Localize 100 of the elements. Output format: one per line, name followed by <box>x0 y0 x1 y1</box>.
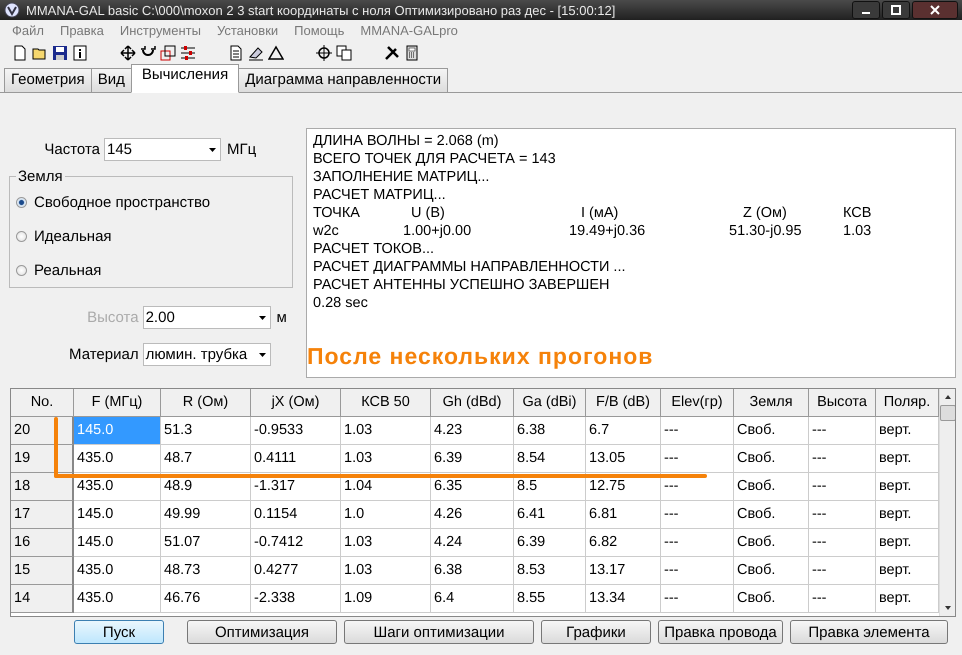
action-button[interactable]: Правка провода <box>658 620 783 644</box>
table-cell: 1.09 <box>341 585 431 613</box>
row-number: 17 <box>11 501 74 529</box>
log-line: ЗАПОЛНЕНИЕ МАТРИЦ... <box>313 168 490 186</box>
maximize-button[interactable] <box>882 1 910 19</box>
table-cell: --- <box>809 445 876 473</box>
column-header[interactable]: jX (Ом) <box>251 389 341 417</box>
column-header[interactable]: Земля <box>734 389 809 417</box>
menu-item[interactable]: Файл <box>4 22 52 38</box>
log-value: 19.49+j0.36 <box>568 222 646 240</box>
copy-icon[interactable] <box>336 45 352 61</box>
group-title: Земля <box>17 168 64 185</box>
table-cell: -0.7412 <box>251 529 341 557</box>
table-cell: --- <box>661 585 734 613</box>
table-cell: 6.39 <box>514 529 586 557</box>
radio-button[interactable] <box>16 230 27 242</box>
document-icon[interactable] <box>228 45 244 61</box>
table-cell: 435.0 <box>74 445 161 473</box>
table-cell: 48.73 <box>161 557 251 585</box>
log-line: РАСЧЕТ АНТЕННЫ УСПЕШНО ЗАВЕРШЕН <box>313 276 610 294</box>
row-number: 18 <box>11 473 74 501</box>
log-column-header: КСВ <box>843 204 872 222</box>
caret-icon <box>209 148 216 152</box>
maximize-icon <box>891 5 901 15</box>
table-cell: 13.05 <box>586 445 661 473</box>
eraser-icon[interactable] <box>248 45 264 61</box>
table-cell: --- <box>809 529 876 557</box>
column-header[interactable]: Gh (dBd) <box>431 389 514 417</box>
sliders-icon[interactable] <box>180 45 196 61</box>
log-column-header: I (мА) <box>580 204 620 222</box>
row-number: 14 <box>11 585 74 613</box>
action-button[interactable]: Пуск <box>74 620 164 644</box>
table-cell: 48.7 <box>161 445 251 473</box>
column-header[interactable]: F/B (dB) <box>586 389 661 417</box>
column-header[interactable]: Ga (dBi) <box>514 389 586 417</box>
scale-icon[interactable] <box>160 45 176 61</box>
menu-item[interactable]: MMANA-GALpro <box>352 22 466 38</box>
column-header[interactable]: No. <box>11 389 74 417</box>
tab[interactable]: Вид <box>90 68 132 92</box>
table-cell: 6.4 <box>431 585 514 613</box>
move-arrows-icon[interactable] <box>120 45 136 61</box>
action-button[interactable]: Оптимизация <box>187 620 337 644</box>
table-cell: 6.81 <box>586 501 661 529</box>
field-label: Частота <box>43 141 101 158</box>
table-cell: -0.9533 <box>251 417 341 445</box>
column-header[interactable]: R (Ом) <box>161 389 251 417</box>
log-line: РАСЧЕТ МАТРИЦ... <box>313 186 447 204</box>
radio-button[interactable] <box>16 264 27 276</box>
scrollbar[interactable] <box>939 389 955 616</box>
table-cell: 6.38 <box>431 557 514 585</box>
log-column-header: U (B) <box>410 204 446 222</box>
table-cell: 435.0 <box>74 557 161 585</box>
tab[interactable]: Геометрия <box>4 68 92 92</box>
menu-item[interactable]: Установки <box>208 22 286 38</box>
table-cell: 1.03 <box>341 557 431 585</box>
minimize-button[interactable] <box>852 1 880 19</box>
action-button[interactable]: Правка элемента <box>790 620 948 644</box>
calculator-icon[interactable] <box>404 45 420 61</box>
column-header[interactable]: Поляр. <box>876 389 939 417</box>
row-number: 16 <box>11 529 74 557</box>
table-cell: --- <box>809 473 876 501</box>
table-cell: 0.1154 <box>251 501 341 529</box>
table-cell: Своб. <box>734 557 809 585</box>
log-line: РАСЧЕТ ТОКОВ... <box>313 240 436 258</box>
tab[interactable]: Вычисления <box>130 64 240 93</box>
material-dropdown[interactable]: люмин. трубка <box>142 343 271 366</box>
scroll-thumb[interactable] <box>940 405 955 421</box>
unit-label: м <box>276 309 288 326</box>
table-cell: 435.0 <box>74 585 161 613</box>
row-number: 20 <box>11 417 74 445</box>
column-header[interactable]: F (МГц) <box>74 389 161 417</box>
table-cell: Своб. <box>734 417 809 445</box>
log-value: w2c <box>313 222 340 240</box>
table-cell: 51.07 <box>161 529 251 557</box>
window-title: MMANA-GAL basic C:\000\moxon 2 3 start координаты с ноля Оптимизировано раз дес - [15:00:12] <box>26 2 616 18</box>
table-cell: 49.99 <box>161 501 251 529</box>
radio-label: Идеальная <box>34 228 112 244</box>
column-header[interactable]: КСВ 50 <box>341 389 431 417</box>
menu-item[interactable]: Правка <box>52 22 112 38</box>
table-cell: 13.34 <box>586 585 661 613</box>
radio-button[interactable] <box>16 196 27 208</box>
menu-item[interactable]: Помощь <box>286 22 352 38</box>
menu-item[interactable]: Инструменты <box>112 22 209 38</box>
action-button[interactable]: Шаги оптимизации <box>344 620 534 644</box>
field-label: Высота <box>86 309 140 326</box>
crosshair-icon[interactable] <box>316 45 332 61</box>
column-header[interactable]: Высота <box>809 389 876 417</box>
log-line: РАСЧЕТ ДИАГРАММЫ НАПРАВЛЕННОСТИ ... <box>313 258 627 276</box>
tab[interactable]: Диаграмма направленности <box>238 68 448 92</box>
save-icon[interactable] <box>52 45 68 61</box>
table-cell: 6.82 <box>586 529 661 557</box>
caret-icon <box>258 316 266 320</box>
info-icon[interactable] <box>72 45 88 61</box>
row-number: 19 <box>11 445 74 473</box>
column-header[interactable]: Elev(гр) <box>661 389 734 417</box>
frequency-dropdown[interactable]: 145 <box>104 138 221 161</box>
action-button[interactable]: Графики <box>541 620 651 644</box>
triangle-icon[interactable] <box>268 45 284 61</box>
close-button[interactable] <box>912 1 958 19</box>
new-file-icon[interactable] <box>12 45 28 61</box>
